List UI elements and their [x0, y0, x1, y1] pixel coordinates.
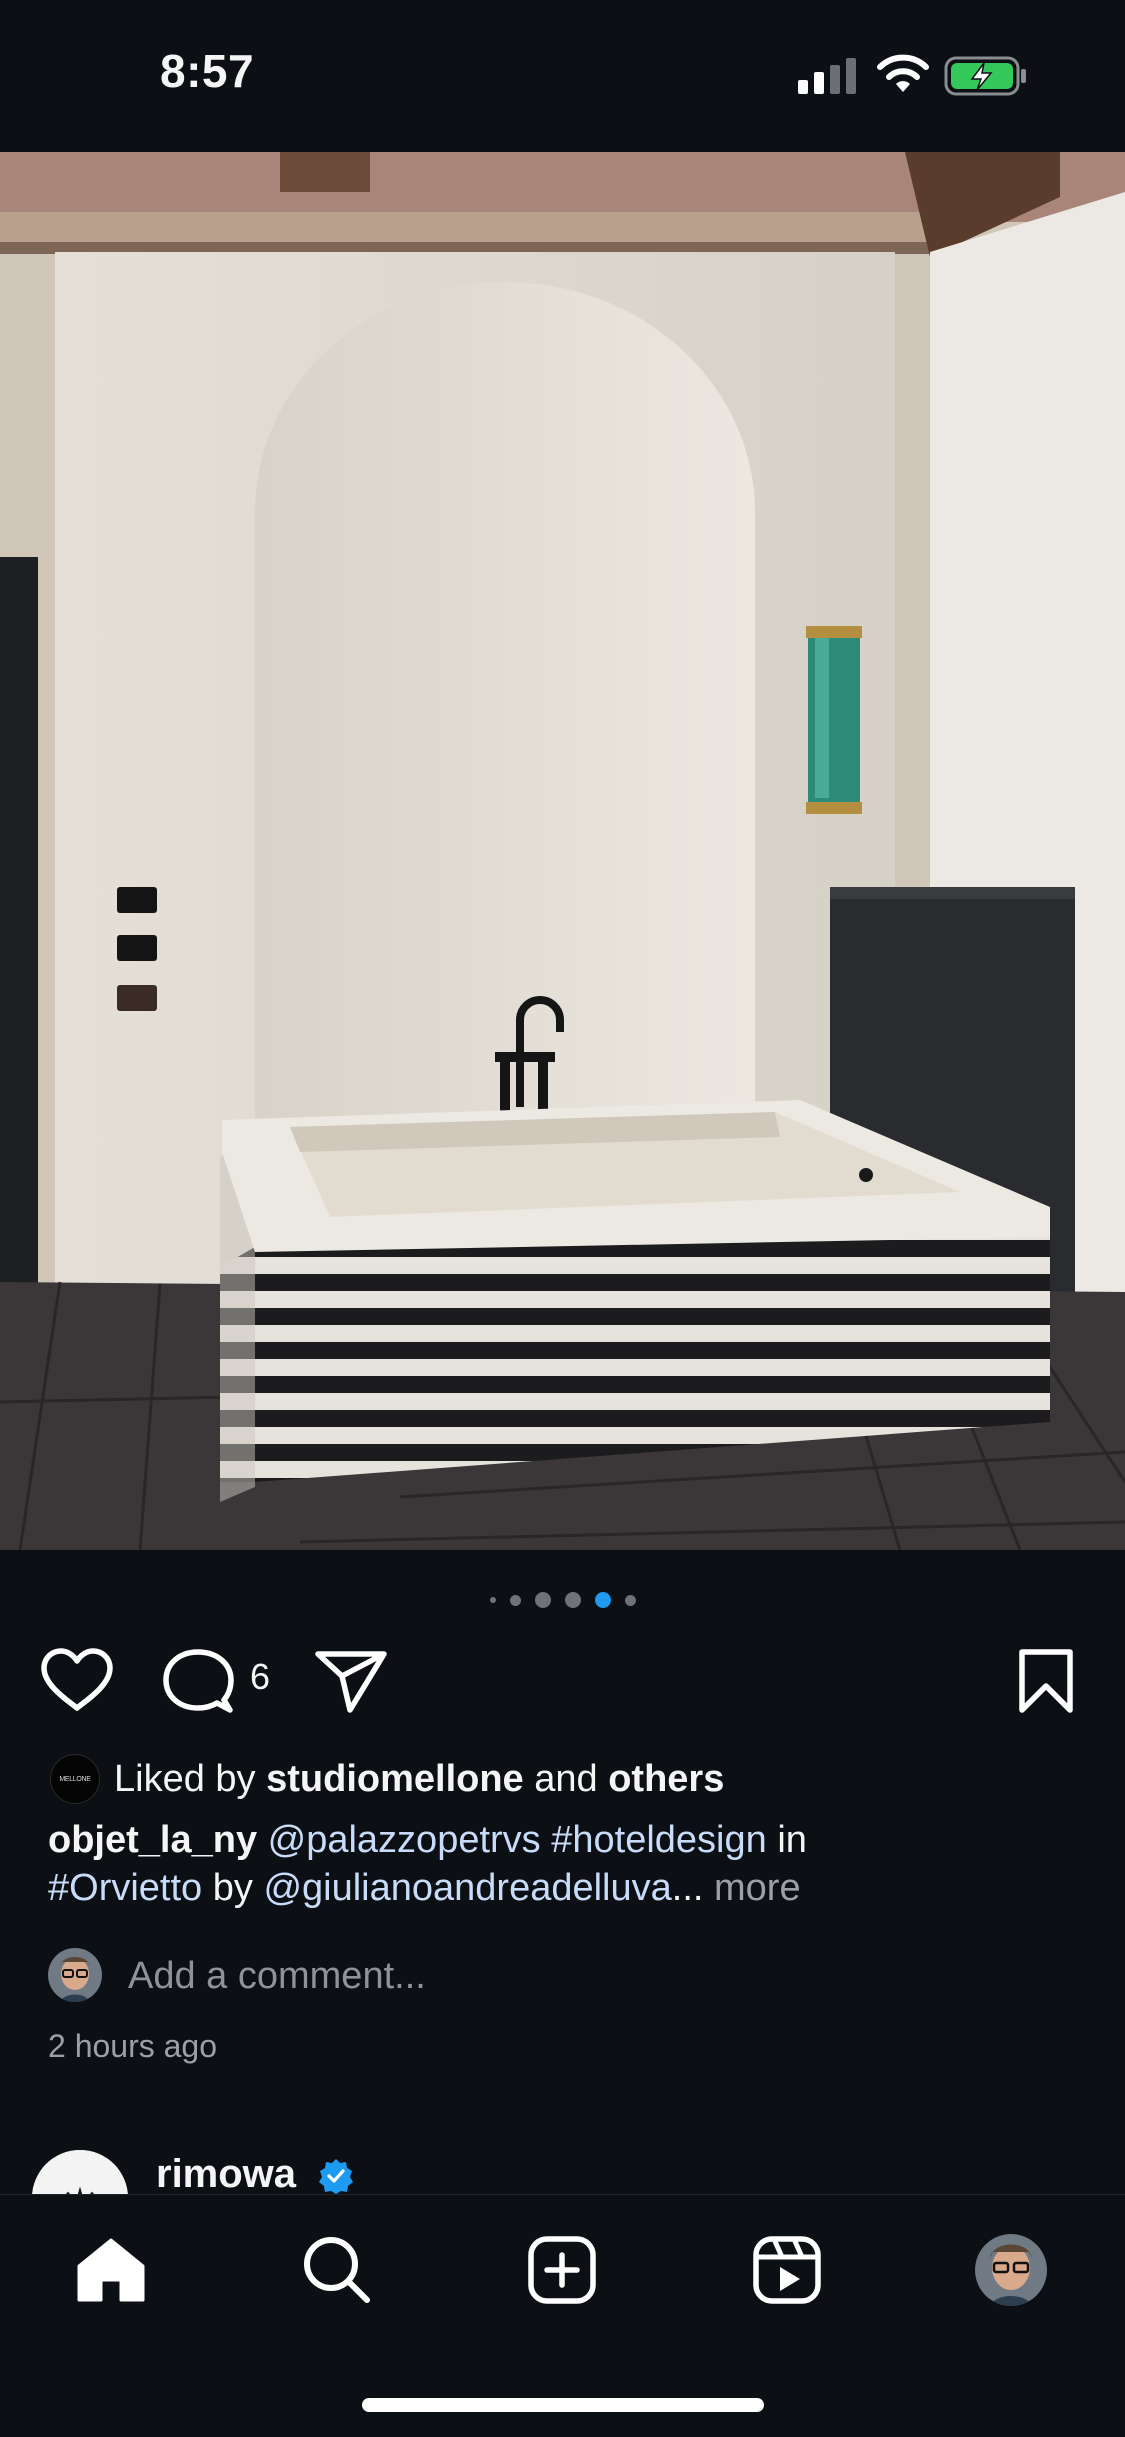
carousel-dot-active [594, 1592, 611, 1608]
caption-hashtag[interactable]: #Orvietto [48, 1867, 202, 1909]
tab-profile[interactable] [966, 2230, 1056, 2310]
tab-search[interactable] [292, 2230, 382, 2310]
bookmark-icon[interactable] [1016, 1648, 1076, 1714]
add-comment-input[interactable]: Add a comment... [128, 1950, 426, 2002]
carousel-dot [624, 1594, 636, 1606]
caption-username[interactable]: objet_la_ny [48, 1819, 257, 1861]
more-link[interactable]: more [714, 1867, 801, 1909]
home-icon [77, 2238, 145, 2302]
carousel-dot [534, 1592, 551, 1608]
home-indicator[interactable] [362, 2398, 764, 2412]
heart-icon[interactable] [40, 1648, 114, 1712]
post-timestamp: 2 hours ago [48, 2028, 218, 2064]
carousel-indicator [0, 1588, 1125, 1612]
cellular-signal-icon [798, 58, 856, 94]
post-photo[interactable] [0, 152, 1125, 1550]
liked-by-user[interactable]: studiomellone [266, 1758, 524, 1800]
search-icon [304, 2237, 370, 2303]
post-caption: objet_la_ny @palazzopetrvs #hoteldesign … [48, 1816, 1068, 1912]
carousel-dot [489, 1597, 496, 1603]
liked-by-prefix: Liked by [114, 1758, 256, 1800]
caption-ellipsis: ... [671, 1867, 704, 1909]
caption-hashtag[interactable]: #hoteldesign [551, 1819, 767, 1861]
create-icon [528, 2236, 596, 2304]
carousel-dot [509, 1594, 521, 1606]
battery-charging-icon [944, 56, 1026, 96]
comment-count[interactable]: 6 [250, 1656, 270, 1698]
comment-icon[interactable] [162, 1648, 234, 1714]
reels-icon [753, 2236, 821, 2304]
liked-by-others[interactable]: others [608, 1758, 724, 1800]
liker-avatar[interactable]: MELLONE [50, 1754, 100, 1804]
tab-home[interactable] [66, 2230, 156, 2310]
wifi-icon [877, 54, 929, 92]
verified-badge-icon [319, 2159, 353, 2194]
liked-by-conjunction: and [534, 1758, 598, 1800]
send-icon[interactable] [314, 1648, 388, 1714]
tab-create[interactable] [517, 2230, 607, 2310]
caption-mention[interactable]: @giulianoandreadelluva [263, 1867, 671, 1909]
next-post-username[interactable]: rimowa [156, 2152, 296, 2197]
status-time: 8:57 [160, 45, 255, 97]
caption-text: by [212, 1867, 253, 1909]
liked-by-line: Liked by studiomellone and others [114, 1754, 724, 1804]
liker-avatar-logo: MELLONE [59, 1775, 91, 1783]
bathroom-image [0, 152, 1125, 1550]
current-user-avatar [48, 1948, 102, 2002]
carousel-dot [564, 1592, 581, 1608]
caption-text: in [777, 1819, 807, 1861]
profile-avatar [975, 2234, 1047, 2306]
tab-reels[interactable] [742, 2230, 832, 2310]
caption-mention[interactable]: @palazzopetrvs [268, 1819, 541, 1861]
